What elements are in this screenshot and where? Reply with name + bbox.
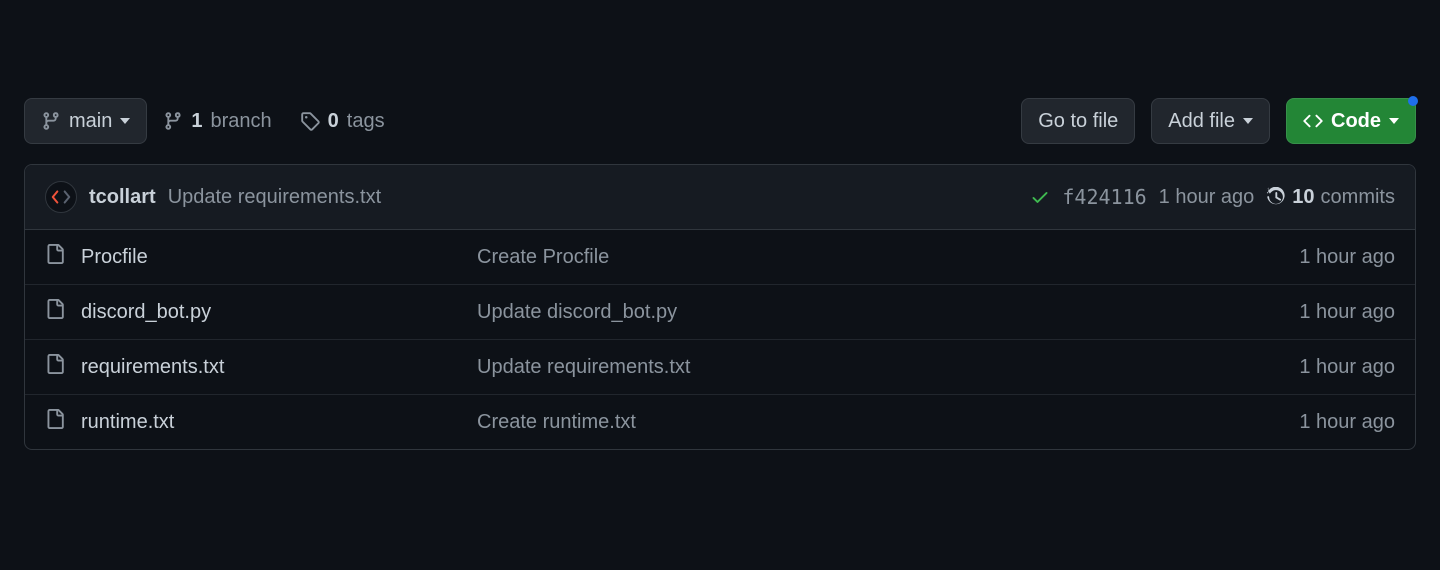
file-commit-message-link[interactable]: Create runtime.txt — [477, 411, 1283, 434]
tags-link[interactable]: 0 tags — [300, 110, 385, 133]
file-list-box: tcollart Update requirements.txt f424116… — [24, 164, 1416, 450]
caret-down-icon — [1243, 118, 1253, 124]
file-commit-message-link[interactable]: Update discord_bot.py — [477, 301, 1283, 324]
caret-down-icon — [1389, 118, 1399, 124]
file-name-link[interactable]: discord_bot.py — [81, 301, 461, 324]
file-row: runtime.txt Create runtime.txt 1 hour ago — [25, 394, 1415, 449]
file-icon — [45, 299, 65, 325]
caret-down-icon — [120, 118, 130, 124]
file-name-link[interactable]: Procfile — [81, 246, 461, 269]
add-file-button[interactable]: Add file — [1151, 98, 1270, 144]
file-name-link[interactable]: runtime.txt — [81, 411, 461, 434]
git-branch-icon — [41, 111, 61, 131]
file-row: discord_bot.py Update discord_bot.py 1 hou… — [25, 284, 1415, 339]
commit-sha-link[interactable]: f424116 — [1062, 185, 1146, 209]
commits-label: commits — [1321, 186, 1395, 209]
file-name-link[interactable]: requirements.txt — [81, 356, 461, 379]
file-row: requirements.txt Update requirements.txt 1… — [25, 339, 1415, 394]
branches-link[interactable]: 1 branch — [163, 110, 271, 133]
file-icon — [45, 354, 65, 380]
file-commit-message-link[interactable]: Update requirements.txt — [477, 356, 1283, 379]
file-commit-time: 1 hour ago — [1299, 356, 1395, 379]
branch-count: 1 — [191, 110, 202, 133]
tag-count: 0 — [328, 110, 339, 133]
latest-commit-header: tcollart Update requirements.txt f424116… — [25, 165, 1415, 230]
code-button[interactable]: Code — [1286, 98, 1416, 144]
check-icon[interactable] — [1030, 187, 1050, 207]
code-icon — [1303, 111, 1323, 131]
history-icon — [1266, 187, 1286, 207]
file-row: Procfile Create Procfile 1 hour ago — [25, 230, 1415, 284]
commits-history-link[interactable]: 10 commits — [1266, 186, 1395, 209]
code-slash-icon — [50, 186, 72, 208]
commit-time: 1 hour ago — [1159, 186, 1255, 209]
file-icon — [45, 409, 65, 435]
tag-icon — [300, 111, 320, 131]
tag-label: tags — [347, 110, 385, 133]
commit-author-link[interactable]: tcollart — [89, 186, 156, 209]
file-commit-time: 1 hour ago — [1299, 411, 1395, 434]
git-branch-icon — [163, 111, 183, 131]
commit-message-link[interactable]: Update requirements.txt — [168, 186, 381, 209]
commits-count: 10 — [1292, 186, 1314, 209]
file-commit-time: 1 hour ago — [1299, 301, 1395, 324]
file-commit-message-link[interactable]: Create Procfile — [477, 246, 1283, 269]
go-to-file-button[interactable]: Go to file — [1021, 98, 1135, 144]
repo-toolbar: main 1 branch 0 tags Go to file Add file — [24, 98, 1416, 144]
file-commit-time: 1 hour ago — [1299, 246, 1395, 269]
branch-select-button[interactable]: main — [24, 98, 147, 144]
branch-label: branch — [210, 110, 271, 133]
branch-tag-info: 1 branch 0 tags — [163, 110, 384, 133]
file-icon — [45, 244, 65, 270]
avatar[interactable] — [45, 181, 77, 213]
branch-name: main — [69, 107, 112, 135]
